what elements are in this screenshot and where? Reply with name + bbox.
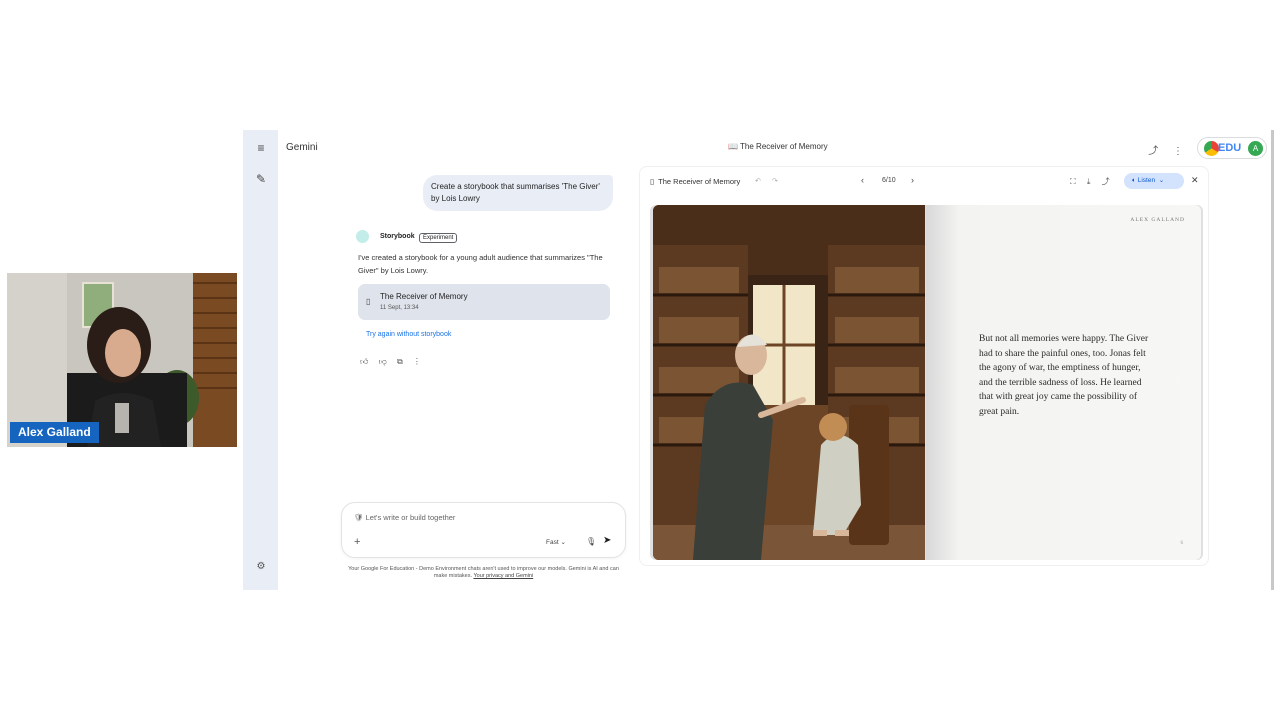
disclaimer: Your Google For Education - Demo Environ… — [341, 566, 626, 580]
experiment-badge: Experiment — [419, 233, 458, 243]
menu-icon[interactable]: ≡ — [252, 139, 270, 157]
app-title: Gemini — [286, 142, 318, 153]
download-icon[interactable]: ⤓ — [1087, 177, 1091, 186]
author-name: ALEX GALLAND — [1130, 217, 1185, 223]
window-scrollbar[interactable] — [1271, 130, 1274, 590]
conversation-title: 📖 The Receiver of Memory — [728, 142, 828, 151]
prompt-placeholder: Let's write or build together — [365, 513, 456, 522]
fullscreen-icon[interactable]: ⛶ — [1070, 177, 1076, 186]
google-logo-icon — [1204, 141, 1219, 156]
add-icon[interactable]: + — [354, 536, 360, 548]
story-text: But not all memories were happy. The Giv… — [979, 334, 1149, 417]
storybook-title: ▯ The Receiver of Memory — [650, 177, 740, 186]
agent-response: I've created a storybook for a young adu… — [358, 253, 603, 275]
book-icon: ▯ — [366, 297, 371, 306]
edu-account-badge[interactable]: EDU A — [1197, 137, 1267, 159]
user-prompt-bubble: Create a storybook that summarises 'The … — [423, 175, 613, 211]
prompt-input-box[interactable]: 🛡︎ Let's write or build together + Fast … — [341, 502, 626, 558]
prompt-input[interactable]: 🛡︎ Let's write or build together — [354, 513, 455, 522]
presenter-webcam — [7, 273, 237, 447]
story-illustration — [653, 205, 925, 560]
card-title: The Receiver of Memory — [380, 292, 468, 301]
book-icon: ▯ — [650, 177, 655, 186]
agent-name: Storybook — [380, 233, 415, 240]
copy-icon[interactable]: ⧉ — [397, 357, 403, 366]
gemini-app-window: ≡ ✎ ⚙ Gemini 📖 The Receiver of Memory ⤴ … — [243, 130, 1273, 590]
storybook-toolbar: ▯ The Receiver of Memory ↶ ↷ ‹ 6/10 › ⛶ ⤓… — [640, 167, 1208, 195]
page-indicator: 6/10 — [882, 177, 896, 184]
card-date: 11 Sept, 13:34 — [380, 305, 419, 311]
storybook-title-text: The Receiver of Memory — [658, 177, 741, 186]
send-icon[interactable]: ➤ — [603, 535, 611, 546]
model-selector[interactable]: Fast ⌄ — [546, 538, 566, 546]
top-actions: ⤴ ⋮ — [1136, 142, 1183, 157]
try-again-link[interactable]: Try again without storybook — [366, 331, 451, 338]
storybook-actions: ⛶ ⤓ ⤴ — [1070, 176, 1119, 187]
thumbs-up-icon[interactable]: 👍︎ — [360, 357, 368, 366]
response-actions: 👍︎ 👎︎ ⧉ ⋮ — [360, 357, 429, 367]
privacy-link[interactable]: Your privacy and Gemini — [473, 573, 533, 579]
more-options-icon[interactable]: ⋮ — [1173, 146, 1183, 157]
listen-button[interactable]: 🔈︎ Listen ⌄ — [1124, 173, 1184, 189]
presenter-name-tag: Alex Galland — [10, 422, 99, 443]
page-number: 6 — [1180, 541, 1184, 546]
more-icon[interactable]: ⋮ — [413, 357, 421, 366]
storybook-icon — [356, 230, 369, 243]
screen: Alex Galland ≡ ✎ ⚙ Gemini 📖 The Receiver… — [0, 0, 1280, 720]
thumbs-down-icon[interactable]: 👎︎ — [379, 357, 387, 366]
book-spread: ALEX GALLAND But not all memories were h… — [650, 205, 1203, 560]
user-avatar[interactable]: A — [1248, 141, 1263, 156]
text-page: ALEX GALLAND But not all memories were h… — [926, 205, 1201, 560]
close-icon[interactable]: ✕ — [1191, 175, 1199, 186]
undo-icon[interactable]: ↶ — [755, 177, 761, 185]
previous-page-icon[interactable]: ‹ — [861, 175, 864, 185]
storybook-panel: ▯ The Receiver of Memory ↶ ↷ ‹ 6/10 › ⛶ ⤓… — [639, 166, 1209, 566]
storybook-card[interactable]: ▯ The Receiver of Memory 11 Sept, 13:34 — [358, 284, 610, 320]
redo-icon[interactable]: ↷ — [772, 177, 778, 185]
share-icon[interactable]: ⤴ — [1148, 146, 1158, 157]
microphone-icon[interactable]: 🎙︎ — [586, 537, 596, 546]
illustration-page — [653, 205, 925, 560]
listen-label: Listen — [1137, 177, 1156, 184]
side-rail: ≡ ✎ — [243, 130, 278, 590]
model-label: Fast — [546, 539, 559, 546]
edu-label: EDU — [1218, 142, 1242, 154]
share-icon[interactable]: ⤴ — [1102, 177, 1110, 186]
settings-icon[interactable]: ⚙ — [252, 558, 270, 576]
next-page-icon[interactable]: › — [911, 175, 914, 185]
new-chat-icon[interactable]: ✎ — [252, 170, 270, 188]
